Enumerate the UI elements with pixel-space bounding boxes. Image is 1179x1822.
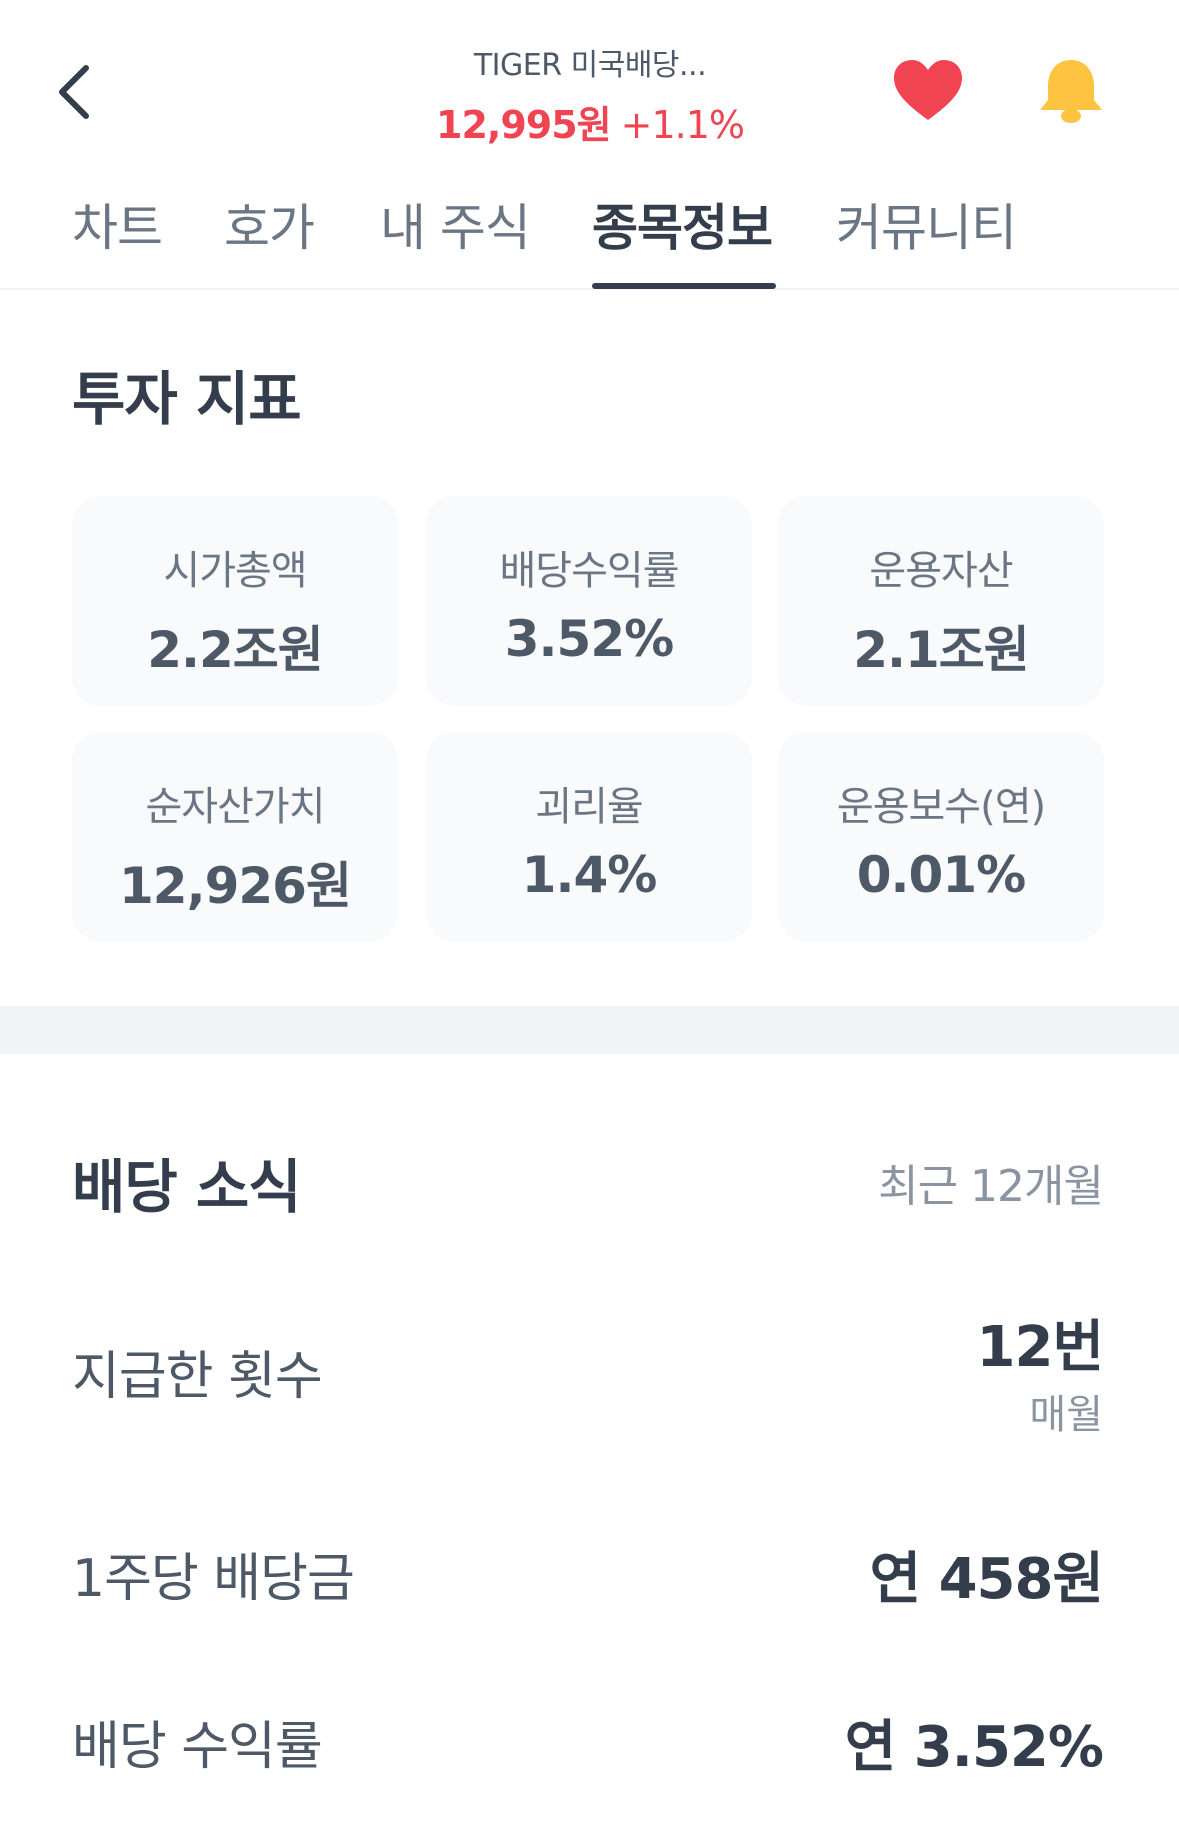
dividend-yield-label: 배당 수익률	[72, 1717, 323, 1777]
indicator-label: 순자산가치	[145, 784, 326, 830]
back-button[interactable]	[44, 52, 104, 132]
chevron-left-icon	[59, 65, 89, 119]
dividend-count-value: 12번	[976, 1315, 1104, 1380]
indicator-card-nav[interactable]: 순자산가치 12,926원	[72, 732, 398, 942]
indicator-label: 운용보수(연)	[836, 784, 1046, 830]
stock-header: TIGER 미국배당... 12,995원 +1.1%	[340, 40, 840, 149]
indicator-value: 0.01%	[856, 846, 1026, 904]
stock-price: 12,995원	[436, 103, 612, 147]
tab-chart[interactable]: 차트	[72, 188, 163, 260]
stock-price-line: 12,995원 +1.1%	[340, 94, 840, 149]
indicator-card-dividend-yield[interactable]: 배당수익률 3.52%	[426, 496, 752, 706]
indicator-value: 3.52%	[504, 610, 674, 668]
bell-icon	[1040, 60, 1102, 123]
indicator-value: 12,926원	[119, 857, 352, 915]
dividend-count-label: 지급한 횟수	[72, 1347, 323, 1407]
indicator-card-market-cap[interactable]: 시가총액 2.2조원	[72, 496, 398, 706]
favorite-button[interactable]	[892, 58, 964, 124]
stock-change: +1.1%	[620, 103, 745, 147]
indicator-card-aum[interactable]: 운용자산 2.1조원	[778, 496, 1104, 706]
indicator-value: 2.2조원	[147, 621, 324, 679]
indicator-value: 2.1조원	[853, 621, 1030, 679]
indicator-label: 배당수익률	[499, 548, 680, 594]
dividend-title: 배당 소식	[72, 1153, 302, 1221]
stock-name: TIGER 미국배당...	[473, 48, 707, 83]
indicator-label: 운용자산	[869, 548, 1013, 594]
dividend-per-share-value: 연 458원	[869, 1547, 1104, 1612]
indicator-label: 시가총액	[163, 548, 307, 594]
section-divider	[0, 1006, 1179, 1054]
tab-my-stock[interactable]: 내 주식	[380, 188, 531, 260]
dividend-per-share-label: 1주당 배당금	[72, 1549, 355, 1609]
heart-icon	[894, 60, 962, 120]
indicator-card-premium[interactable]: 괴리율 1.4%	[426, 732, 752, 942]
tab-stock-info[interactable]: 종목정보	[592, 188, 773, 260]
dividend-yield-value: 연 3.52%	[844, 1715, 1104, 1780]
active-tab-indicator	[592, 283, 776, 289]
top-app-bar: TIGER 미국배당... 12,995원 +1.1%	[0, 0, 1179, 150]
alert-button[interactable]	[1036, 56, 1106, 126]
tab-order-book[interactable]: 호가	[224, 188, 315, 260]
indicator-label: 괴리율	[535, 784, 643, 830]
dividend-period: 최근 12개월	[878, 1161, 1104, 1212]
indicator-card-expense-ratio[interactable]: 운용보수(연) 0.01%	[778, 732, 1104, 942]
dividend-frequency: 매월	[1029, 1392, 1103, 1438]
tab-community[interactable]: 커뮤니티	[836, 188, 1017, 260]
indicators-title: 투자 지표	[72, 365, 302, 433]
indicator-value: 1.4%	[521, 846, 658, 904]
tab-bar: 차트 호가 내 주식 종목정보 커뮤니티	[0, 180, 1179, 290]
